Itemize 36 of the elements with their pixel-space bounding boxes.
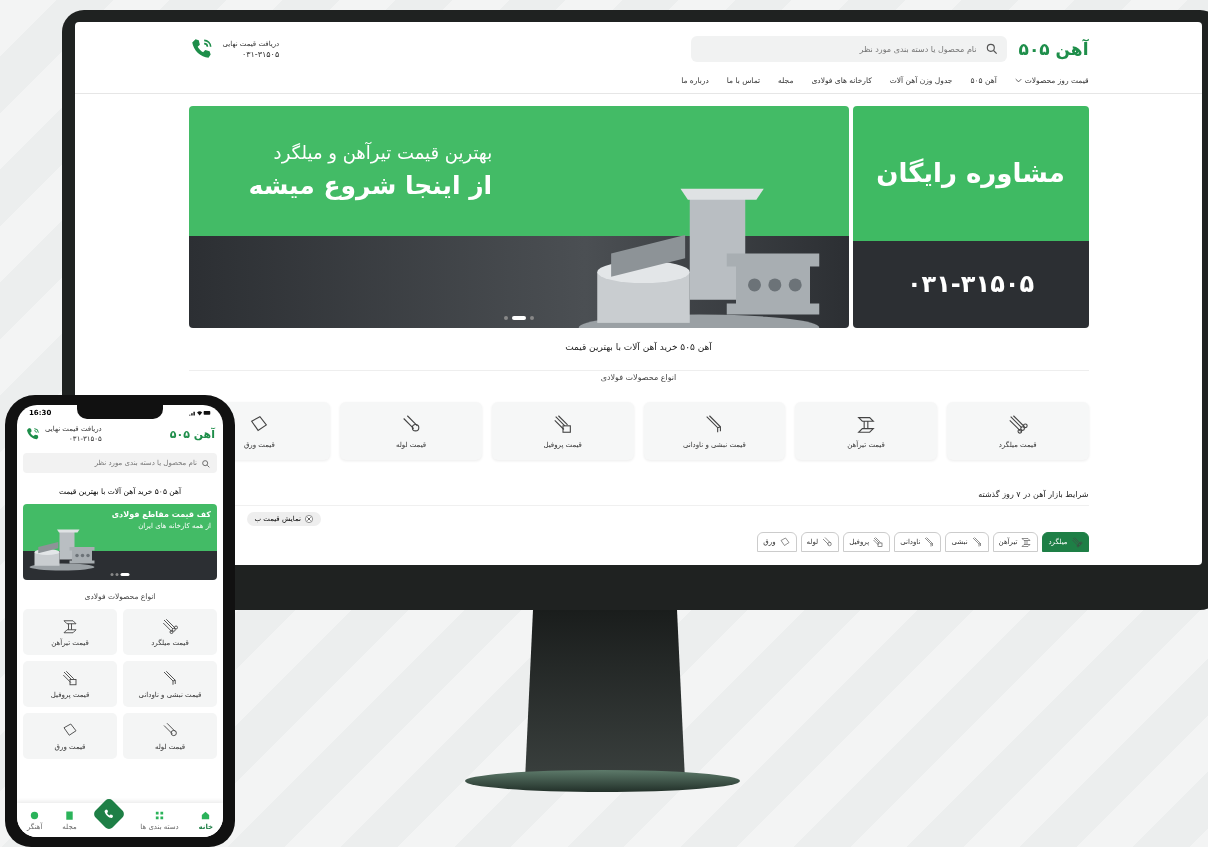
contact-phone[interactable]: ۰۳۱-۳۱۵۰۵ [222,49,280,59]
grid-icon [154,809,165,821]
slide-dot[interactable] [115,573,119,576]
phone-call-icon [25,426,41,442]
banner-title: کف قیمت مقاطع فولادی [110,510,211,519]
slide-dot[interactable] [529,316,534,320]
profile-bars-icon [61,669,79,687]
profile-bars-icon [872,536,885,548]
steel-sheet-icon [61,721,79,739]
site-logo[interactable]: آهن ۵۰۵ [1018,39,1089,59]
status-icons [189,409,211,416]
steel-sheet-icon [778,536,791,548]
pipe-icon [821,536,834,548]
slide-dot[interactable] [503,316,508,320]
pipe-icon [161,721,179,739]
slide-dot[interactable] [110,573,114,576]
angle-bar-icon [161,669,179,687]
search-icon [984,42,999,56]
rebar-icon [1070,536,1083,548]
banner-phone: ۰۳۱-۳۱۵۰۵ [906,270,1035,299]
i-beam-icon [61,617,79,635]
home-icon [200,809,212,821]
angle-bar-icon [970,536,983,548]
i-beam-icon [1020,536,1033,548]
page-headline: آهن ۵۰۵ خرید آهن آلات با بهترین قیمت [564,341,713,354]
search-field[interactable]: نام محصول یا دسته بندی مورد نظر [690,36,1007,62]
phone-icon [102,808,115,820]
banner-subtitle: بهترین قیمت تیرآهن و میلگرد [272,142,493,164]
angle-bar-icon [923,536,936,548]
close-icon [304,515,313,523]
banner-title: از اینجا شروع میشه [248,171,493,201]
rebar-icon [161,617,179,635]
banner-title: مشاوره رایگان [876,158,1065,189]
search-icon [201,459,211,469]
caret-icon [1014,78,1022,83]
newspaper-icon [64,809,75,821]
